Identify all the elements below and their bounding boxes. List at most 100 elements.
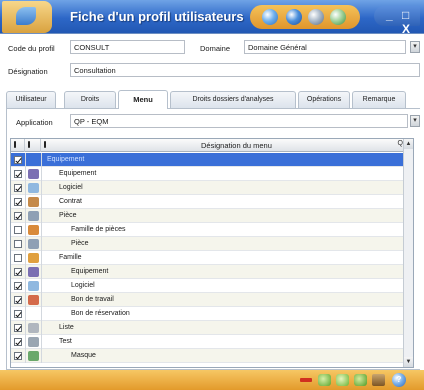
family-icon <box>28 253 39 263</box>
row-label: Logiciel <box>59 184 83 191</box>
tab-utilisateur[interactable]: Utilisateur <box>6 91 56 108</box>
column-divider <box>41 349 42 363</box>
row-checkbox[interactable] <box>14 170 22 178</box>
add-icon[interactable] <box>318 374 331 386</box>
row-checkbox[interactable] <box>14 156 22 164</box>
scroll-up-icon[interactable]: ▲ <box>404 139 413 149</box>
row-checkbox[interactable] <box>14 324 22 332</box>
part-family-icon <box>28 225 39 235</box>
column-icon-header[interactable] <box>25 139 41 152</box>
designation-column-title: Désignation du menu <box>201 141 272 150</box>
table-row[interactable]: Test <box>11 335 405 349</box>
application-field[interactable]: QP - EQM <box>70 114 408 128</box>
table-row[interactable]: Bon de réservation <box>11 307 405 321</box>
column-divider <box>41 237 42 251</box>
column-divider <box>41 181 42 195</box>
book-icon[interactable] <box>372 374 385 386</box>
row-checkbox[interactable] <box>14 184 22 192</box>
row-label: Masque <box>71 352 96 359</box>
column-divider <box>41 195 42 209</box>
column-divider <box>25 237 26 251</box>
row-checkbox[interactable] <box>14 268 22 276</box>
table-row[interactable]: Logiciel <box>11 279 405 293</box>
column-divider <box>25 181 26 195</box>
row-label: Pièce <box>59 212 77 219</box>
search-icon[interactable] <box>286 9 302 25</box>
table-row[interactable]: Pièce <box>11 237 405 251</box>
row-checkbox[interactable] <box>14 226 22 234</box>
row-label: Liste <box>59 324 74 331</box>
row-checkbox[interactable] <box>14 310 22 318</box>
equipment-icon <box>28 267 39 277</box>
column-divider <box>25 167 26 181</box>
row-checkbox[interactable] <box>14 198 22 206</box>
tab-bar: Utilisateur Droits Menu Droits dossiers … <box>6 90 410 109</box>
column-divider <box>41 251 42 265</box>
row-label: Equipement <box>59 170 97 177</box>
domaine-field[interactable]: Domaine Général <box>244 40 406 54</box>
code-label: Code du profil <box>8 44 55 53</box>
column-checkbox-header[interactable] <box>11 139 25 152</box>
tab-menu[interactable]: Menu <box>118 90 168 109</box>
row-checkbox[interactable] <box>14 254 22 262</box>
window-controls: _ □ X <box>374 6 420 36</box>
table-row[interactable]: Bon de travail <box>11 293 405 307</box>
row-label: Pièce <box>71 240 89 247</box>
row-checkbox[interactable] <box>14 282 22 290</box>
table-row[interactable]: Liste <box>11 321 405 335</box>
mask-icon <box>28 351 39 361</box>
equipment-icon <box>28 169 39 179</box>
designation-field[interactable]: Consultation <box>70 63 420 77</box>
column-divider <box>41 279 42 293</box>
validate-icon[interactable] <box>330 9 346 25</box>
table-row[interactable]: Equipement <box>11 153 405 167</box>
delete-icon[interactable] <box>300 378 312 382</box>
title-toolbar <box>250 5 360 29</box>
column-divider <box>41 265 42 279</box>
domaine-dropdown-icon[interactable]: ▾ <box>410 41 420 53</box>
column-divider <box>41 335 42 349</box>
column-designation-header[interactable]: Désignation du menu Q <box>41 139 405 152</box>
code-field[interactable]: CONSULT <box>70 40 185 54</box>
minimize-button[interactable]: _ <box>386 8 393 22</box>
column-divider <box>25 335 26 349</box>
tab-operations[interactable]: Opérations <box>298 91 350 108</box>
duplicate-icon[interactable] <box>354 374 367 386</box>
table-row[interactable]: Equipement <box>11 265 405 279</box>
column-divider <box>25 153 26 167</box>
contract-icon <box>28 197 39 207</box>
column-divider <box>25 279 26 293</box>
window-title: Fiche d'un profil utilisateurs <box>70 9 244 24</box>
bottom-toolbar: ? <box>0 370 424 390</box>
table-row[interactable]: Masque <box>11 349 405 363</box>
designation-label: Désignation <box>8 67 48 76</box>
work-order-icon <box>28 295 39 305</box>
table-row[interactable]: Pièce <box>11 209 405 223</box>
column-divider <box>25 293 26 307</box>
application-dropdown-icon[interactable]: ▾ <box>410 115 420 127</box>
tab-remarque[interactable]: Remarque <box>352 91 406 108</box>
row-checkbox[interactable] <box>14 240 22 248</box>
tab-droits[interactable]: Droits <box>64 91 116 108</box>
settings-icon[interactable] <box>262 9 278 25</box>
column-divider <box>25 265 26 279</box>
help-icon[interactable]: ? <box>392 373 406 387</box>
row-checkbox[interactable] <box>14 296 22 304</box>
table-row[interactable]: Equipement <box>11 167 405 181</box>
vertical-scrollbar[interactable]: ▲ ▼ <box>403 139 413 367</box>
tools-icon[interactable] <box>308 9 324 25</box>
column-divider <box>41 223 42 237</box>
table-row[interactable]: Logiciel <box>11 181 405 195</box>
table-row[interactable]: Famille <box>11 251 405 265</box>
add-child-icon[interactable] <box>336 374 349 386</box>
table-row[interactable]: Contrat <box>11 195 405 209</box>
column-divider <box>41 307 42 321</box>
table-row[interactable]: Famille de pièces <box>11 223 405 237</box>
row-checkbox[interactable] <box>14 212 22 220</box>
close-button[interactable]: □ X <box>402 8 420 36</box>
row-checkbox[interactable] <box>14 352 22 360</box>
menu-table: Désignation du menu Q Equipement Equipeme… <box>10 138 414 368</box>
tab-droits-dossiers[interactable]: Droits dossiers d'analyses <box>170 91 296 108</box>
row-checkbox[interactable] <box>14 338 22 346</box>
scroll-down-icon[interactable]: ▼ <box>404 357 413 367</box>
